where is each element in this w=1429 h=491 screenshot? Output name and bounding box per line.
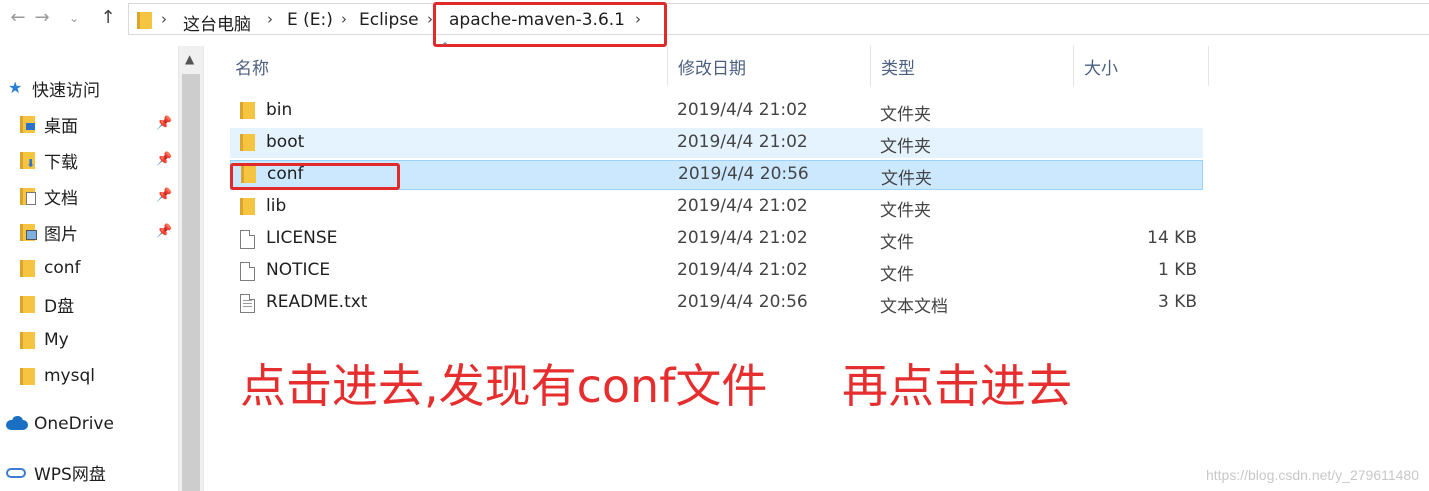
file-date: 2019/4/4 21:02 bbox=[677, 228, 808, 248]
sidebar-item-conf[interactable]: conf bbox=[20, 254, 81, 282]
folder-icon bbox=[20, 332, 36, 349]
breadcrumb-item[interactable]: Eclipse bbox=[359, 10, 419, 30]
file-date: 2019/4/4 21:02 bbox=[677, 132, 808, 152]
annotation-text-secondary: 再点击进去 bbox=[842, 359, 1072, 413]
arrow-left-icon[interactable]: ← bbox=[6, 6, 30, 30]
folder-icon bbox=[240, 134, 256, 152]
sidebar-item-documents[interactable]: 文档 bbox=[20, 182, 78, 210]
file-type: 文件 bbox=[880, 233, 914, 253]
pin-icon[interactable]: 📌 bbox=[156, 224, 172, 239]
file-size: 14 KB bbox=[1147, 228, 1197, 248]
sidebar-item-desktop[interactable]: 桌面 bbox=[20, 110, 78, 138]
cloud-icon bbox=[6, 416, 28, 432]
scrollbar-thumb[interactable] bbox=[182, 74, 200, 491]
file-type: 文件 bbox=[880, 265, 914, 285]
file-date: 2019/4/4 20:56 bbox=[678, 164, 809, 184]
chevron-up-icon[interactable]: ▲ bbox=[185, 52, 194, 66]
file-name: bin bbox=[266, 100, 293, 120]
file-name: NOTICE bbox=[266, 260, 331, 280]
folder-icon bbox=[240, 102, 256, 120]
file-type: 文本文档 bbox=[880, 297, 948, 317]
sidebar-item-quick-access[interactable]: ★ 快速访问 bbox=[8, 74, 100, 102]
address-bar-area: ← → ⌄ ↑ › 这台电脑 › E (E:) › Eclipse › apac… bbox=[0, 0, 1429, 47]
breadcrumb-separator: › bbox=[267, 10, 273, 28]
sidebar-item-pictures[interactable]: 图片 bbox=[20, 218, 78, 246]
file-type: 文件夹 bbox=[880, 105, 931, 125]
breadcrumb-item[interactable]: 这台电脑 bbox=[183, 10, 251, 35]
folder-icon bbox=[240, 198, 256, 216]
sidebar-item-label: mysql bbox=[44, 366, 95, 386]
column-header-size[interactable]: 大小 bbox=[1074, 46, 1209, 86]
sidebar-item-label: D盘 bbox=[44, 296, 75, 317]
sidebar-item-label: 桌面 bbox=[44, 116, 78, 137]
navigation-pane: ★ 快速访问 桌面 📌 ⬇ 下载 📌 文档 📌 图片 📌 conf D盘 My … bbox=[0, 46, 178, 491]
arrow-right-icon[interactable]: → bbox=[30, 6, 54, 30]
breadcrumb-item[interactable]: E (E:) bbox=[287, 10, 333, 30]
desktop-folder-icon bbox=[20, 116, 36, 133]
file-date: 2019/4/4 21:02 bbox=[677, 100, 808, 120]
pictures-folder-icon bbox=[20, 224, 37, 241]
sidebar-item-label: conf bbox=[44, 258, 81, 278]
chevron-down-icon[interactable]: ⌄ bbox=[62, 6, 86, 30]
sidebar-item-onedrive[interactable]: OneDrive bbox=[6, 410, 114, 438]
sidebar-item-wps[interactable]: WPS网盘 bbox=[6, 458, 106, 486]
folder-icon bbox=[20, 368, 36, 385]
download-folder-icon: ⬇ bbox=[20, 152, 36, 170]
pin-icon[interactable]: 📌 bbox=[156, 152, 172, 167]
sidebar-item-label: 文档 bbox=[44, 188, 78, 209]
address-box[interactable]: › 这台电脑 › E (E:) › Eclipse › apache-maven… bbox=[128, 3, 1429, 35]
breadcrumb-separator: › bbox=[341, 10, 347, 28]
highlight-box-conf bbox=[230, 163, 400, 190]
column-header-name[interactable]: 名称 bbox=[225, 46, 668, 86]
star-icon: ★ bbox=[8, 78, 23, 97]
sidebar-item-d-drive[interactable]: D盘 bbox=[20, 290, 74, 318]
sidebar-item-label: 下载 bbox=[44, 152, 78, 173]
annotation-text: 点击进去,发现有conf文件 bbox=[240, 359, 768, 413]
column-header-type[interactable]: 类型 bbox=[871, 46, 1074, 86]
sidebar-scrollbar[interactable]: ▲ bbox=[178, 46, 204, 491]
file-row[interactable]: NOTICE 2019/4/4 21:02 文件 1 KB bbox=[230, 256, 1203, 286]
file-icon bbox=[240, 262, 256, 281]
file-size: 1 KB bbox=[1157, 260, 1197, 280]
file-type: 文件夹 bbox=[880, 137, 931, 157]
wps-cloud-icon bbox=[6, 464, 28, 480]
sidebar-item-downloads[interactable]: ⬇ 下载 bbox=[20, 146, 78, 174]
highlight-box-path bbox=[433, 2, 667, 47]
sidebar-item-label: My bbox=[44, 330, 69, 350]
file-row[interactable]: bin 2019/4/4 21:02 文件夹 bbox=[230, 96, 1203, 126]
documents-folder-icon bbox=[20, 188, 36, 205]
sidebar-item-label: 快速访问 bbox=[32, 80, 100, 101]
file-date: 2019/4/4 21:02 bbox=[677, 196, 808, 216]
file-row[interactable]: LICENSE 2019/4/4 21:02 文件 14 KB bbox=[230, 224, 1203, 254]
text-file-icon bbox=[240, 294, 256, 313]
folder-icon bbox=[20, 260, 36, 277]
file-name: README.txt bbox=[266, 292, 368, 312]
folder-icon bbox=[20, 296, 36, 313]
file-type: 文件夹 bbox=[881, 169, 932, 189]
arrow-up-icon[interactable]: ↑ bbox=[96, 6, 120, 30]
file-size: 3 KB bbox=[1157, 292, 1197, 312]
pin-icon[interactable]: 📌 bbox=[156, 188, 172, 203]
file-row[interactable]: boot 2019/4/4 21:02 文件夹 bbox=[230, 128, 1203, 158]
sidebar-item-label: WPS网盘 bbox=[34, 464, 106, 485]
file-row[interactable]: lib 2019/4/4 21:02 文件夹 bbox=[230, 192, 1203, 222]
file-date: 2019/4/4 21:02 bbox=[677, 260, 808, 280]
file-date: 2019/4/4 20:56 bbox=[677, 292, 808, 312]
breadcrumb-separator: › bbox=[161, 10, 167, 28]
sidebar-item-label: OneDrive bbox=[34, 414, 114, 434]
watermark: https://blog.csdn.net/y_279611480 bbox=[1205, 467, 1419, 483]
sidebar-item-mysql[interactable]: mysql bbox=[20, 362, 95, 390]
pin-icon[interactable]: 📌 bbox=[156, 116, 172, 131]
file-icon bbox=[240, 230, 256, 249]
file-name: LICENSE bbox=[266, 228, 338, 248]
sidebar-item-my[interactable]: My bbox=[20, 326, 69, 354]
column-header-date[interactable]: 修改日期 bbox=[668, 46, 871, 86]
file-name: lib bbox=[266, 196, 287, 216]
file-row[interactable]: README.txt 2019/4/4 20:56 文本文档 3 KB bbox=[230, 288, 1203, 318]
sidebar-item-label: 图片 bbox=[44, 224, 78, 245]
file-type: 文件夹 bbox=[880, 201, 931, 221]
file-name: boot bbox=[266, 132, 305, 152]
